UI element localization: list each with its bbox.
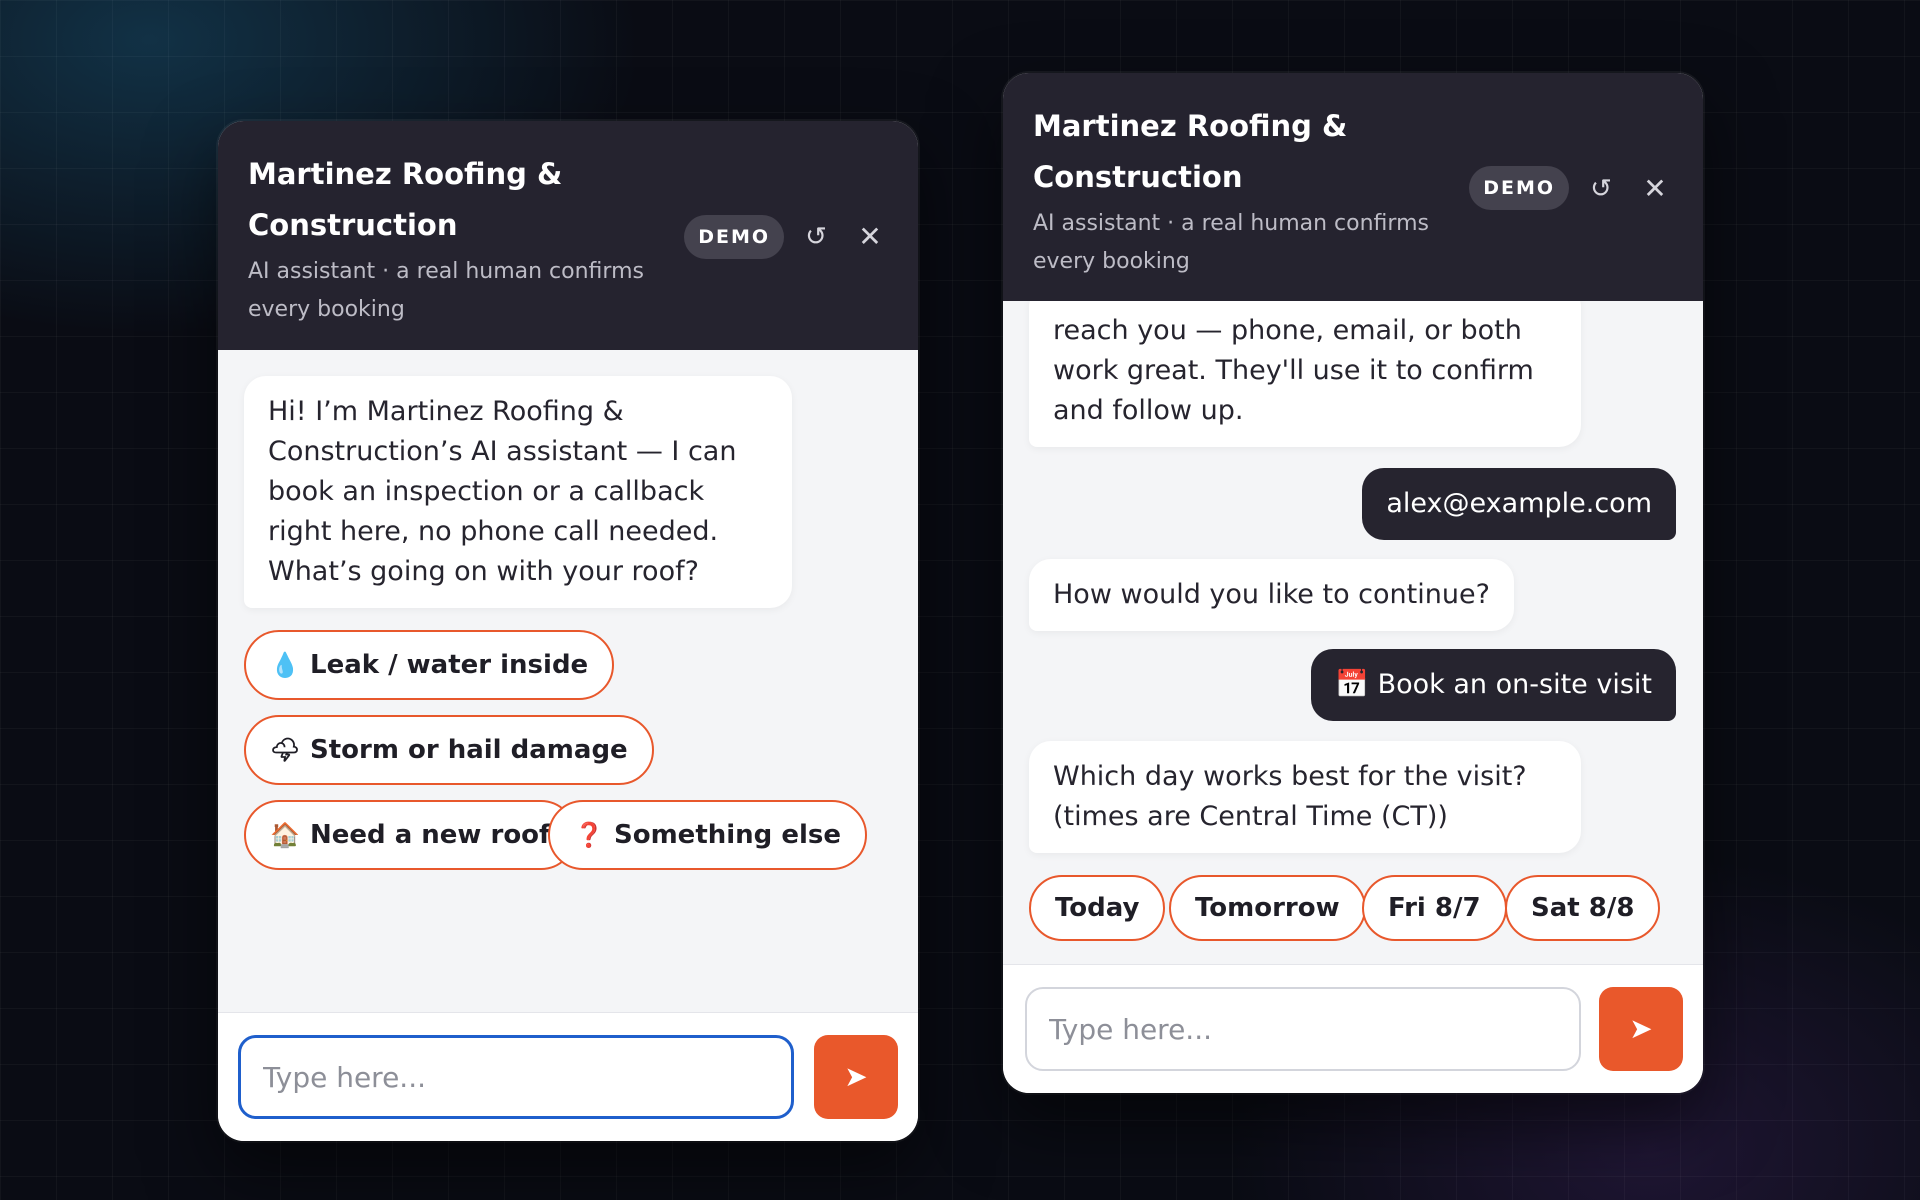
chip-label: Storm or hail damage xyxy=(310,735,628,765)
bot-message: Which day works best for the visit? (tim… xyxy=(1029,741,1581,853)
chat-header: Martinez Roofing & Construction AI assis… xyxy=(1003,73,1703,301)
day-chip-tomorrow[interactable]: Tomorrow xyxy=(1169,875,1366,941)
chat-widget-left: Martinez Roofing & Construction AI assis… xyxy=(218,121,918,1141)
quick-reply-storm[interactable]: 🌩 Storm or hail damage xyxy=(244,715,654,785)
close-icon[interactable]: ✕ xyxy=(850,215,890,259)
quick-reply-new-roof[interactable]: 🏠 Need a new roof xyxy=(244,800,577,870)
close-icon[interactable]: ✕ xyxy=(1635,167,1675,211)
message-input[interactable] xyxy=(1025,987,1581,1071)
send-button[interactable]: ➤ xyxy=(814,1035,898,1119)
reset-icon[interactable]: ↺ xyxy=(1581,167,1621,211)
chat-header: Martinez Roofing & Construction AI assis… xyxy=(218,121,918,350)
day-chip-sat[interactable]: Sat 8/8 xyxy=(1505,875,1661,941)
calendar-icon: 📅 xyxy=(1335,669,1370,700)
day-chip-fri[interactable]: Fri 8/7 xyxy=(1362,875,1507,941)
composer: ➤ xyxy=(1003,964,1703,1093)
user-message: 📅 Book an on-site visit xyxy=(1311,649,1676,721)
day-chip-today[interactable]: Today xyxy=(1029,875,1166,941)
composer: ➤ xyxy=(218,1012,918,1141)
question-mark-icon: ❓ xyxy=(574,821,604,849)
chip-label: Leak / water inside xyxy=(310,650,589,680)
chip-label: Need a new roof xyxy=(310,820,551,850)
send-arrow-icon: ➤ xyxy=(1629,1012,1653,1045)
chat-widget-right: Martinez Roofing & Construction AI assis… xyxy=(1003,73,1703,1093)
message-list[interactable]: reach you — phone, email, or both work g… xyxy=(1003,301,1703,965)
demo-badge: DEMO xyxy=(684,215,784,259)
chip-label: Something else xyxy=(614,820,841,850)
business-title: Martinez Roofing & Construction xyxy=(1033,109,1348,194)
user-message-text: Book an on-site visit xyxy=(1377,669,1652,700)
house-icon: 🏠 xyxy=(270,821,300,849)
bot-message: Hi! I’m Martinez Roofing & Construction’… xyxy=(244,376,792,608)
reset-icon[interactable]: ↺ xyxy=(796,215,836,259)
assistant-subtitle: AI assistant · a real human confirms eve… xyxy=(248,259,644,322)
quick-reply-leak[interactable]: 💧 Leak / water inside xyxy=(244,630,615,700)
send-button[interactable]: ➤ xyxy=(1599,987,1683,1071)
message-list[interactable]: Hi! I’m Martinez Roofing & Construction’… xyxy=(218,350,918,1013)
assistant-subtitle: AI assistant · a real human confirms eve… xyxy=(1033,211,1429,274)
water-drop-icon: 💧 xyxy=(270,651,300,679)
business-title: Martinez Roofing & Construction xyxy=(248,157,563,242)
user-message: alex@example.com xyxy=(1362,468,1676,540)
quick-reply-something-else[interactable]: ❓ Something else xyxy=(548,800,867,870)
demo-badge: DEMO xyxy=(1469,166,1569,210)
bot-message: How would you like to continue? xyxy=(1029,559,1514,631)
storm-cloud-icon: 🌩 xyxy=(270,736,301,764)
message-input[interactable] xyxy=(238,1035,794,1119)
send-arrow-icon: ➤ xyxy=(844,1060,868,1093)
bot-message: reach you — phone, email, or both work g… xyxy=(1029,301,1581,447)
